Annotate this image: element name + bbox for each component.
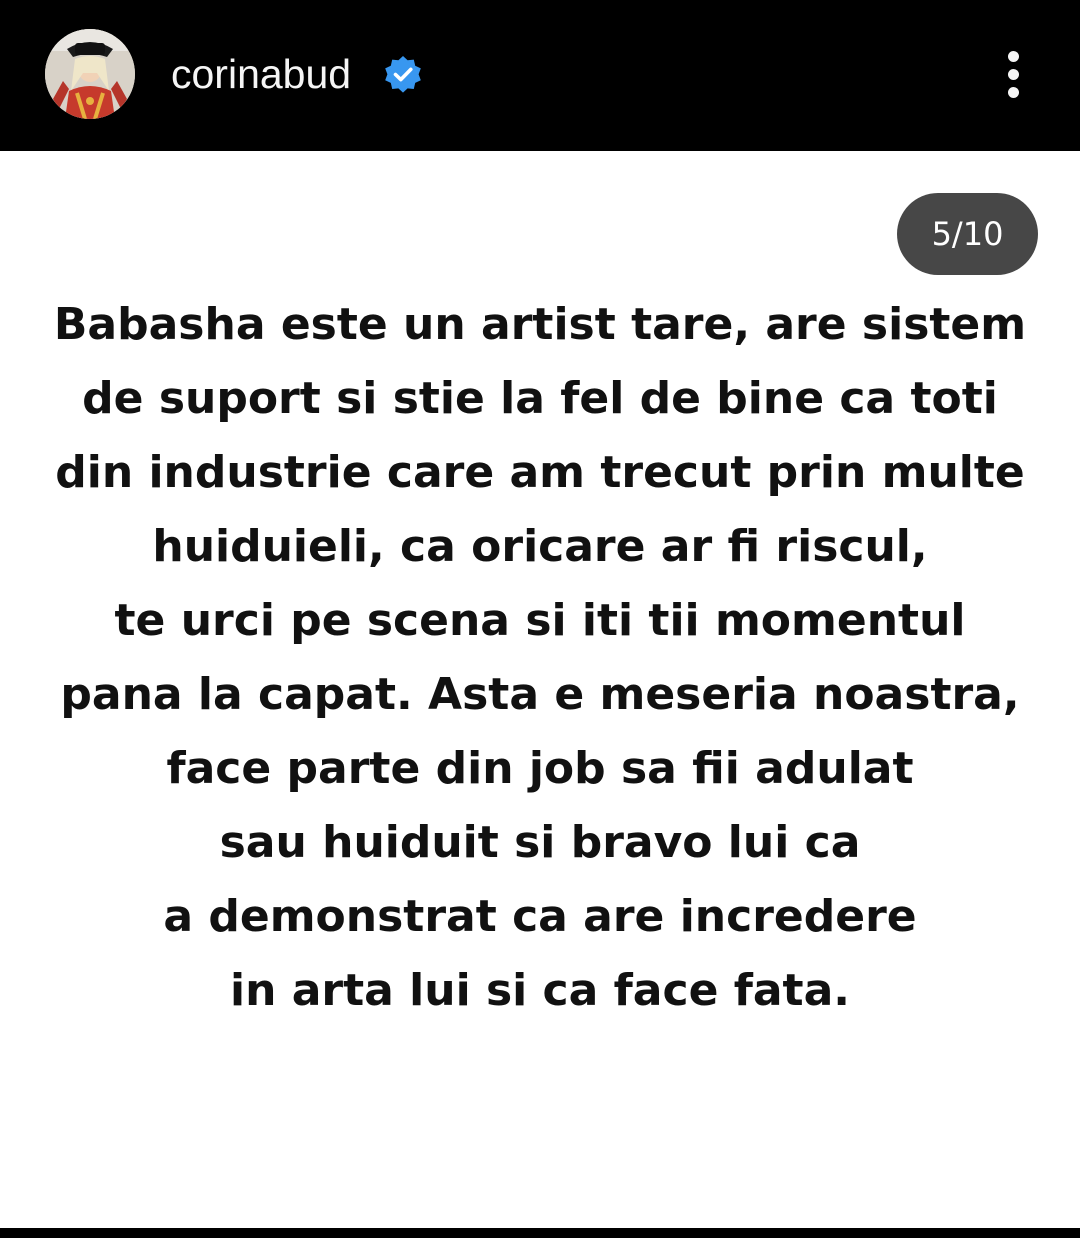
story-text-line: in arta lui si ca face fata.	[230, 965, 850, 1016]
bottom-edge-bar	[0, 1228, 1080, 1238]
story-header: corinabud	[0, 0, 1080, 151]
story-text-line: huiduieli, ca oricare ar fi riscul,	[152, 521, 928, 572]
story-text-line: sau huiduit si bravo lui ca	[219, 817, 861, 868]
story-text-line: te urci pe scena si iti tii momentul	[114, 595, 966, 646]
story-text: Babasha este un artist tare, are sistem …	[20, 288, 1060, 1028]
story-text-line: a demonstrat ca are incredere	[163, 891, 917, 942]
story-text-line: Babasha este un artist tare, are sistem	[53, 299, 1027, 350]
story-counter-badge: 5/10	[897, 193, 1038, 275]
more-options-button[interactable]	[996, 46, 1032, 102]
username[interactable]: corinabud	[171, 48, 351, 100]
profile-avatar[interactable]	[45, 29, 135, 119]
avatar-photo	[45, 29, 135, 119]
story-text-line: pana la capat. Asta e meseria noastra,	[60, 669, 1020, 720]
story-text-line: face parte din job sa fii adulat	[166, 743, 914, 794]
ellipsis-dot	[1008, 69, 1019, 80]
story-text-line: din industrie care am trecut prin multe	[55, 447, 1025, 498]
story-text-line: de suport si stie la fel de bine ca toti	[82, 373, 998, 424]
ellipsis-dot	[1008, 87, 1019, 98]
vertical-ellipsis-icon	[1008, 51, 1019, 62]
verified-badge-icon	[385, 56, 421, 93]
